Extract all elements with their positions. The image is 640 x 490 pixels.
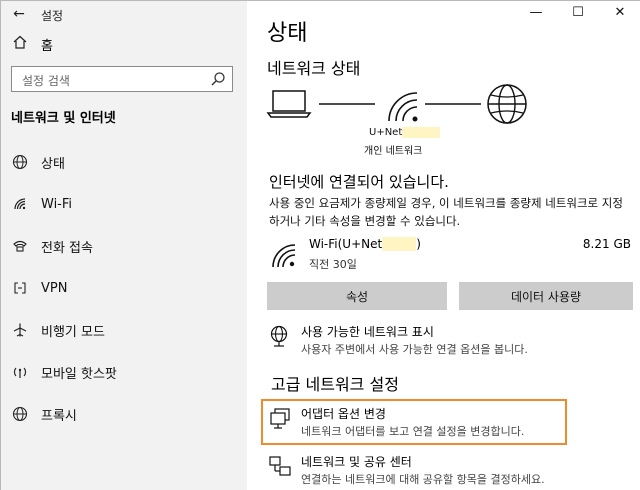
sidebar-item-proxy[interactable]: 프록시 — [1, 393, 247, 435]
proxy-globe-icon — [11, 405, 29, 423]
sidebar-item-label: VPN — [41, 280, 68, 296]
globe-status-icon — [11, 153, 29, 171]
sidebar-item-airplane[interactable]: 비행기 모드 — [1, 309, 247, 351]
diagram-network-name: U+Net■■■■ — [369, 127, 441, 138]
wifi-usage-row: Wi-Fi(U+Net■■■) 직전 30일 8.21 GB — [269, 237, 631, 273]
globe-network-icon — [270, 325, 288, 347]
advanced-settings-heading: 고급 네트워크 설정 — [271, 375, 399, 394]
wifi-usage-amount: 8.21 GB — [582, 237, 631, 251]
home-nav-item[interactable]: 홈 — [11, 33, 231, 55]
app-title: 설정 — [41, 9, 64, 23]
sidebar-item-label: 모바일 핫스팟 — [41, 366, 117, 382]
wifi-icon — [11, 195, 29, 213]
sidebar-item-label: 상태 — [41, 156, 65, 172]
internet-globe-icon — [487, 84, 527, 124]
network-sharing-icon — [269, 456, 291, 476]
home-label: 홈 — [41, 38, 53, 54]
sharing-center-desc: 연결하는 네트워크에 대해 공유할 항목을 결정하세요. — [301, 473, 545, 486]
back-arrow-icon[interactable]: ← — [9, 5, 29, 23]
airplane-icon — [11, 321, 29, 339]
search-input[interactable]: 설정 검색 — [11, 66, 233, 92]
diagram-network-type: 개인 네트워크 — [364, 146, 423, 157]
show-networks-desc: 사용자 주변에서 사용 가능한 연결 옵션을 봅니다. — [301, 343, 528, 356]
search-icon[interactable] — [210, 71, 226, 87]
sidebar-item-hotspot[interactable]: 모바일 핫스팟 — [1, 351, 247, 393]
network-sharing-center-link[interactable]: 네트워크 및 공유 센터 연결하는 네트워크에 대해 공유할 항목을 결정하세요… — [267, 453, 627, 489]
sidebar-item-wifi[interactable]: Wi-Fi — [1, 183, 247, 225]
maximize-icon[interactable]: ☐ — [557, 1, 599, 27]
sidebar-nav: 상태 Wi-Fi 전화 접속 VPN 비행기 모드 모바일 핫스팟 프록시 — [1, 141, 247, 435]
sidebar-item-label: Wi-Fi — [41, 196, 73, 212]
show-available-networks-link[interactable]: 사용 가능한 네트워크 표시 사용자 주변에서 사용 가능한 연결 옵션을 봅니… — [267, 323, 627, 357]
sidebar-item-label: 프록시 — [41, 408, 77, 424]
page-title: 상태 — [267, 21, 308, 46]
network-status-heading: 네트워크 상태 — [267, 59, 361, 78]
sidebar: ← 설정 홈 설정 검색 네트워크 및 인터넷 상태 Wi-Fi 전화 접속 V… — [1, 1, 247, 490]
titlebar-left: ← 설정 — [1, 1, 247, 27]
settings-window: ← 설정 홈 설정 검색 네트워크 및 인터넷 상태 Wi-Fi 전화 접속 V… — [0, 0, 640, 490]
sidebar-section-title: 네트워크 및 인터넷 — [11, 111, 116, 126]
close-icon[interactable]: ✕ — [599, 1, 640, 27]
sidebar-item-label: 비행기 모드 — [41, 324, 105, 340]
show-networks-title: 사용 가능한 네트워크 표시 — [301, 325, 434, 339]
wifi-network-name: Wi-Fi(U+Net■■■) — [309, 237, 421, 251]
connection-heading: 인터넷에 연결되어 있습니다. — [269, 173, 449, 191]
wifi-usage-period: 직전 30일 — [309, 258, 357, 271]
highlight-box — [261, 399, 567, 445]
sharing-center-title: 네트워크 및 공유 센터 — [301, 455, 412, 469]
wifi-icon — [272, 244, 296, 268]
data-usage-button[interactable]: 데이터 사용량 — [459, 282, 633, 310]
wifi-signal-icon — [388, 92, 418, 122]
main-content: — ☐ ✕ 상태 네트워크 상태 U+Net■■■■ 개인 네트워크 인터넷에 … — [247, 1, 640, 490]
vpn-icon — [11, 279, 29, 297]
sidebar-item-dialup[interactable]: 전화 접속 — [1, 225, 247, 267]
laptop-icon — [266, 90, 312, 118]
home-icon — [11, 34, 29, 54]
dialup-icon — [11, 237, 29, 255]
window-controls: — ☐ ✕ — [515, 1, 640, 27]
sidebar-item-label: 전화 접속 — [41, 240, 93, 256]
sidebar-item-status[interactable]: 상태 — [1, 141, 247, 183]
search-placeholder: 설정 검색 — [22, 74, 70, 88]
hotspot-icon — [11, 363, 29, 381]
minimize-icon[interactable]: — — [515, 1, 557, 27]
sidebar-item-vpn[interactable]: VPN — [1, 267, 247, 309]
properties-button[interactable]: 속성 — [267, 282, 447, 310]
connection-description: 사용 중인 요금제가 종량제일 경우, 이 네트워크를 종량제 네트워크로 지정… — [269, 196, 623, 228]
